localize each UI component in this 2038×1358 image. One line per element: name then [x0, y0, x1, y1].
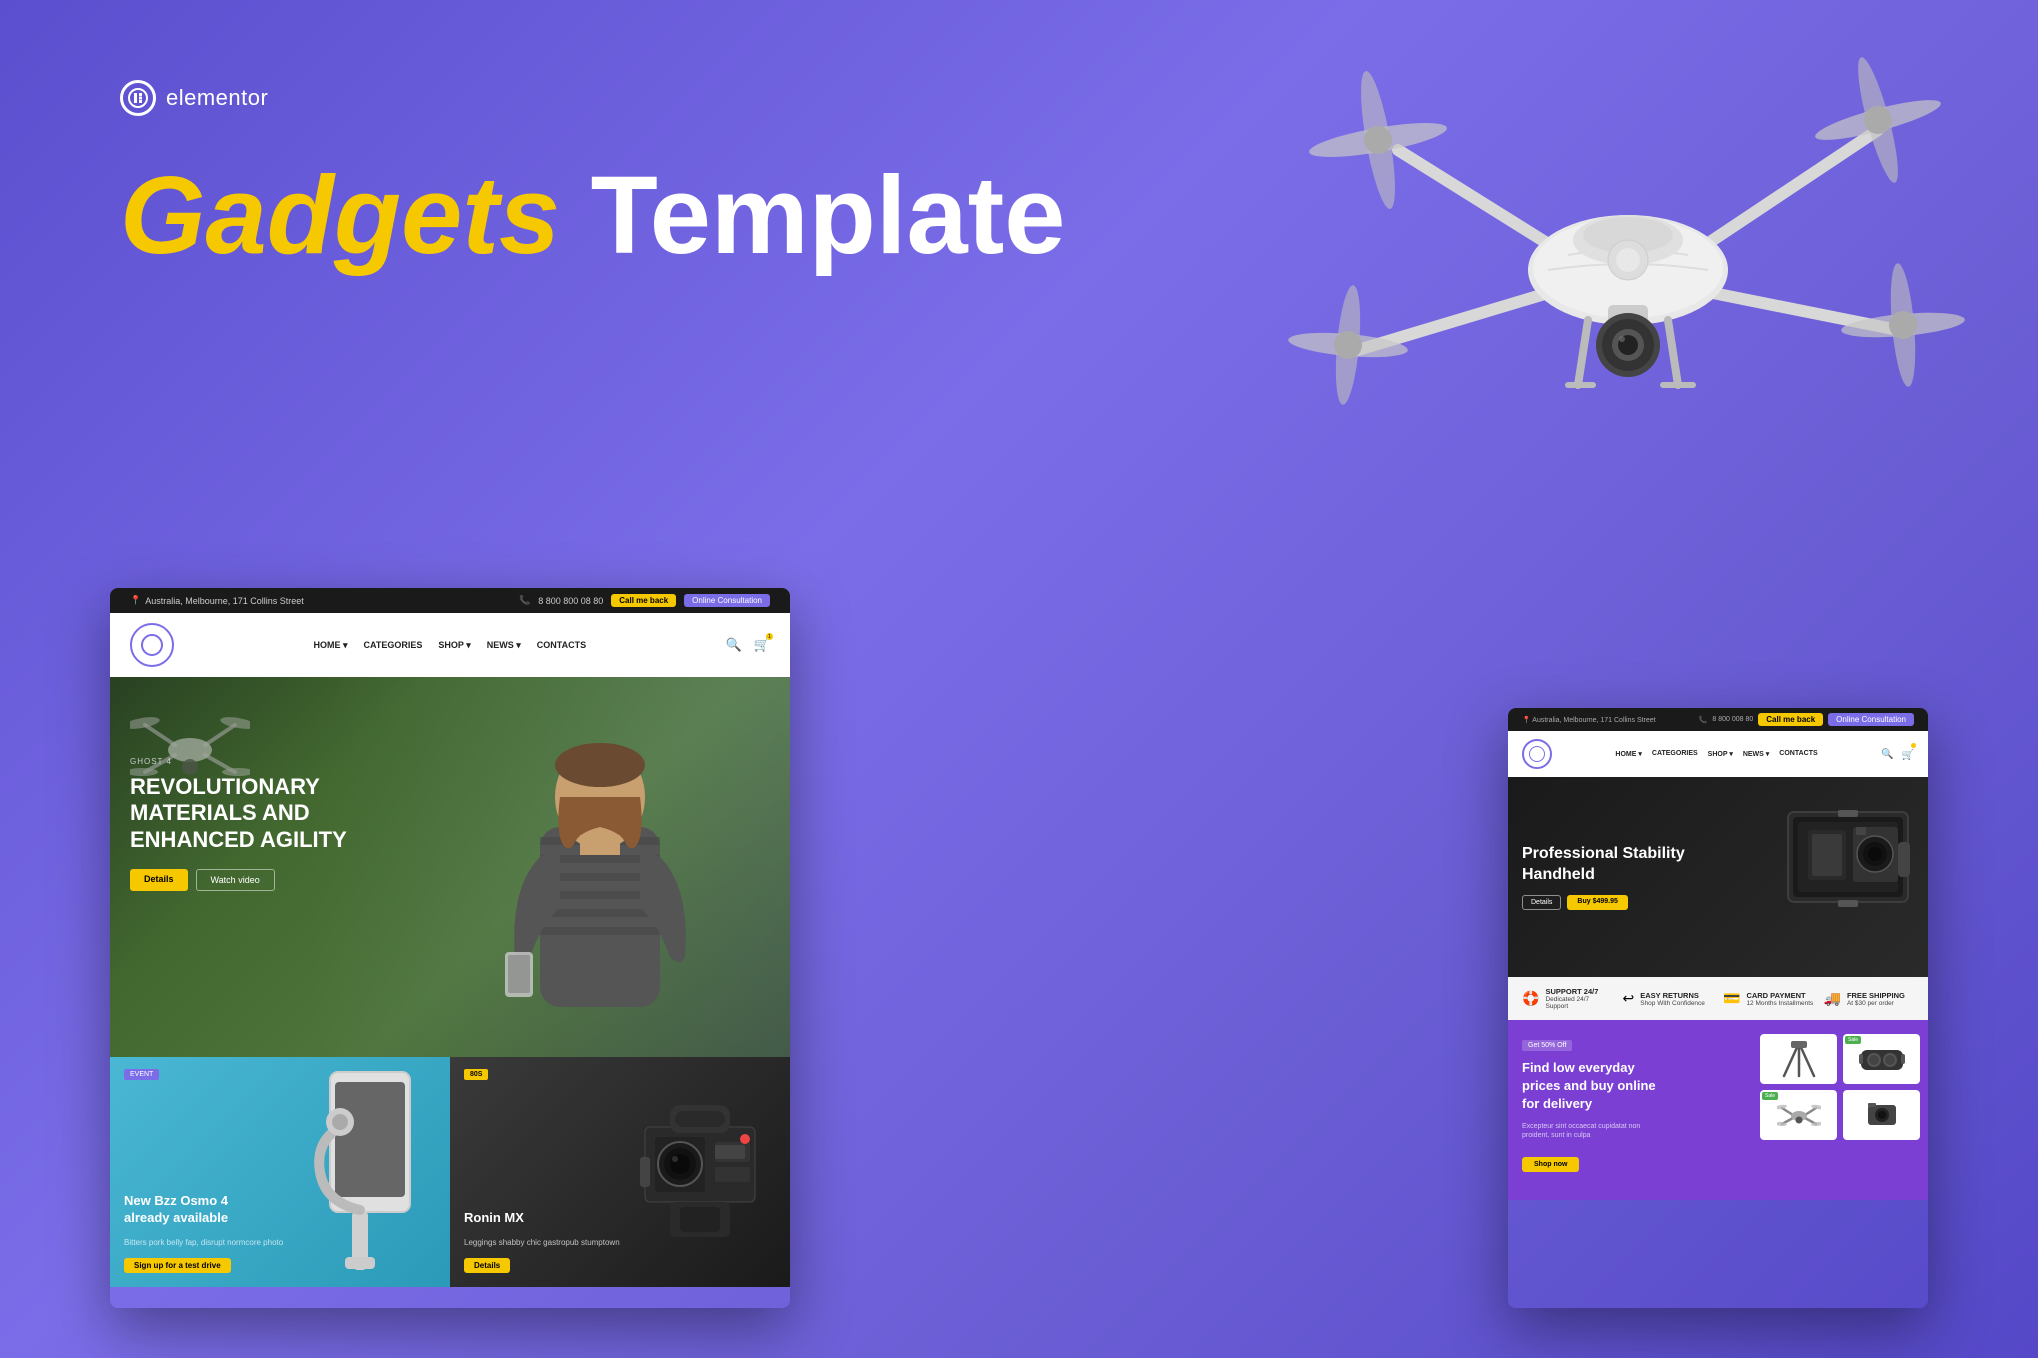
right-callback-btn[interactable]: Call me back: [1758, 713, 1823, 726]
right-details-btn[interactable]: Details: [1522, 895, 1561, 910]
right-search-icon[interactable]: 🔍: [1881, 749, 1893, 760]
right-consult-btn[interactable]: Online Consultation: [1828, 713, 1914, 726]
sale-products-grid: Sale Sale: [1760, 1034, 1920, 1140]
cart-icon[interactable]: 🛒 1: [754, 636, 770, 654]
sale-subtitle: Excepteur sint occaecat cupidatat non pr…: [1522, 1122, 1652, 1142]
right-nav-links: HOME ▾ CATEGORIES SHOP ▾ NEWS ▾ CONTACTS: [1615, 750, 1817, 758]
ronin-product-image: [615, 1067, 785, 1282]
right-nav-home[interactable]: HOME ▾: [1615, 750, 1641, 758]
returns-title: EASY RETURNS: [1640, 991, 1705, 1000]
product-card-ronin: 80s Ronin MX Leggings shabby chic gastro…: [450, 1057, 790, 1287]
drone-decoration: [1278, 30, 1978, 450]
callback-btn[interactable]: Call me back: [611, 594, 676, 607]
right-hero: Professional StabilityHandheld Details B…: [1508, 777, 1928, 977]
support-title: SUPPORT 24/7: [1545, 987, 1612, 996]
product-cards: EVENT New Bzz Osmo 4already available Bi…: [110, 1057, 790, 1287]
search-icon[interactable]: 🔍: [726, 637, 742, 653]
hero-video-btn[interactable]: Watch video: [196, 869, 275, 891]
hero-buttons: Details Watch video: [130, 869, 347, 891]
shipping-title: FREE SHIPPING: [1847, 991, 1905, 1000]
right-hero-product-image: [1778, 792, 1918, 932]
consult-btn[interactable]: Online Consultation: [684, 594, 770, 607]
right-cart-badge: [1911, 743, 1916, 748]
main-title: Gadgets Template: [120, 155, 1065, 276]
elementor-logo: elementor: [120, 80, 268, 116]
nav-home[interactable]: HOME ▾: [314, 640, 348, 651]
cart-badge: 1: [766, 633, 773, 640]
sale-product-vr[interactable]: Sale: [1843, 1034, 1920, 1084]
card-event-label: EVENT: [124, 1069, 159, 1080]
payment-text: 12 Months Installments: [1746, 1000, 1813, 1007]
right-cart-icon[interactable]: 🛒: [1902, 745, 1914, 763]
shipping-text: At $30 per order: [1847, 1000, 1905, 1007]
payment-icon: 💳: [1723, 990, 1740, 1007]
feature-returns: ↩ EASY RETURNS Shop With Confidence: [1623, 987, 1714, 1010]
nav-categories[interactable]: CATEGORIES: [364, 640, 423, 651]
nav-links: HOME ▾ CATEGORIES SHOP ▾ NEWS ▾ CONTACTS: [314, 640, 587, 651]
nav-icons: 🔍 🛒 1: [726, 636, 770, 654]
sale-badge: Get 50% Off: [1522, 1040, 1572, 1051]
address: 📍 Australia, Melbourne, 171 Collins Stre…: [130, 595, 304, 606]
elementor-icon: [120, 80, 156, 116]
osmo-product-image: [275, 1062, 445, 1277]
title-template: Template: [591, 154, 1066, 277]
sale-product-drone[interactable]: Sale: [1760, 1090, 1837, 1140]
card-osmo-btn[interactable]: Sign up for a test drive: [124, 1258, 231, 1273]
card-ronin-subtitle: Leggings shabby chic gastropub stumptown: [464, 1238, 620, 1247]
phone-area: 📞 8 800 800 08 80 Call me back Online Co…: [519, 594, 770, 607]
product-card-osmo: EVENT New Bzz Osmo 4already available Bi…: [110, 1057, 450, 1287]
hero-content: GHOST 4 REVOLUTIONARYMATERIALS ANDENHANC…: [130, 757, 347, 891]
sale-title: Find low everyday prices and buy online …: [1522, 1059, 1662, 1114]
brand-name: elementor: [166, 85, 268, 111]
sale-section: Get 50% Off Find low everyday prices and…: [1508, 1020, 1928, 1200]
shipping-icon: 🚚: [1824, 990, 1841, 1007]
right-address: 📍 Australia, Melbourne, 171 Collins Stre…: [1522, 716, 1656, 724]
site-nav: HOME ▾ CATEGORIES SHOP ▾ NEWS ▾ CONTACTS…: [110, 613, 790, 677]
right-site-logo: [1522, 739, 1552, 769]
right-header-top: 📍 Australia, Melbourne, 171 Collins Stre…: [1508, 708, 1928, 731]
hero-person: [490, 687, 710, 1057]
right-nav-categories[interactable]: CATEGORIES: [1652, 750, 1698, 758]
features-strip: 🛟 SUPPORT 24/7 Dedicated 24/7 Support ↩ …: [1508, 977, 1928, 1020]
mockup-right: 📍 Australia, Melbourne, 171 Collins Stre…: [1508, 708, 1928, 1308]
right-nav-shop[interactable]: SHOP ▾: [1708, 750, 1733, 758]
card-osmo-title: New Bzz Osmo 4already available: [124, 1193, 228, 1227]
right-nav-icons: 🔍 🛒: [1881, 745, 1914, 763]
hero-label: GHOST 4: [130, 757, 347, 766]
sale-product-tripod[interactable]: [1760, 1034, 1837, 1084]
nav-news[interactable]: NEWS ▾: [487, 640, 521, 651]
returns-text: Shop With Confidence: [1640, 1000, 1705, 1007]
site-header-top: 📍 Australia, Melbourne, 171 Collins Stre…: [110, 588, 790, 613]
feature-shipping: 🚚 FREE SHIPPING At $30 per order: [1824, 987, 1915, 1010]
site-logo: [130, 623, 174, 667]
right-nav-contacts[interactable]: CONTACTS: [1779, 750, 1817, 758]
site-logo-inner: [141, 634, 163, 656]
sale-product-extra[interactable]: [1843, 1090, 1920, 1140]
sale-btn[interactable]: Shop now: [1522, 1157, 1579, 1172]
title-gadgets: Gadgets: [120, 154, 560, 277]
hero-title: REVOLUTIONARYMATERIALS ANDENHANCED AGILI…: [130, 774, 347, 853]
hero-details-btn[interactable]: Details: [130, 869, 188, 891]
card-ronin-btn[interactable]: Details: [464, 1258, 510, 1273]
mockup-left: 📍 Australia, Melbourne, 171 Collins Stre…: [110, 588, 790, 1308]
card-osmo-subtitle: Bitters pork belly fap, disrupt normcore…: [124, 1238, 283, 1247]
support-text: Dedicated 24/7 Support: [1545, 996, 1612, 1010]
support-icon: 🛟: [1522, 990, 1539, 1007]
feature-support: 🛟 SUPPORT 24/7 Dedicated 24/7 Support: [1522, 987, 1613, 1010]
right-nav: HOME ▾ CATEGORIES SHOP ▾ NEWS ▾ CONTACTS…: [1508, 731, 1928, 777]
returns-icon: ↩: [1623, 990, 1635, 1007]
card-promo-label: 80s: [464, 1069, 488, 1080]
right-phone-area: 📞 8 800 008 80 Call me back Online Consu…: [1699, 713, 1914, 726]
nav-shop[interactable]: SHOP ▾: [438, 640, 470, 651]
card-ronin-title: Ronin MX: [464, 1210, 524, 1227]
right-nav-news[interactable]: NEWS ▾: [1743, 750, 1769, 758]
nav-contacts[interactable]: CONTACTS: [537, 640, 586, 651]
payment-title: CARD PAYMENT: [1746, 991, 1813, 1000]
feature-payment: 💳 CARD PAYMENT 12 Months Installments: [1723, 987, 1814, 1010]
right-buy-btn[interactable]: Buy $499.95: [1567, 895, 1627, 910]
hero-section: GHOST 4 REVOLUTIONARYMATERIALS ANDENHANC…: [110, 677, 790, 1057]
